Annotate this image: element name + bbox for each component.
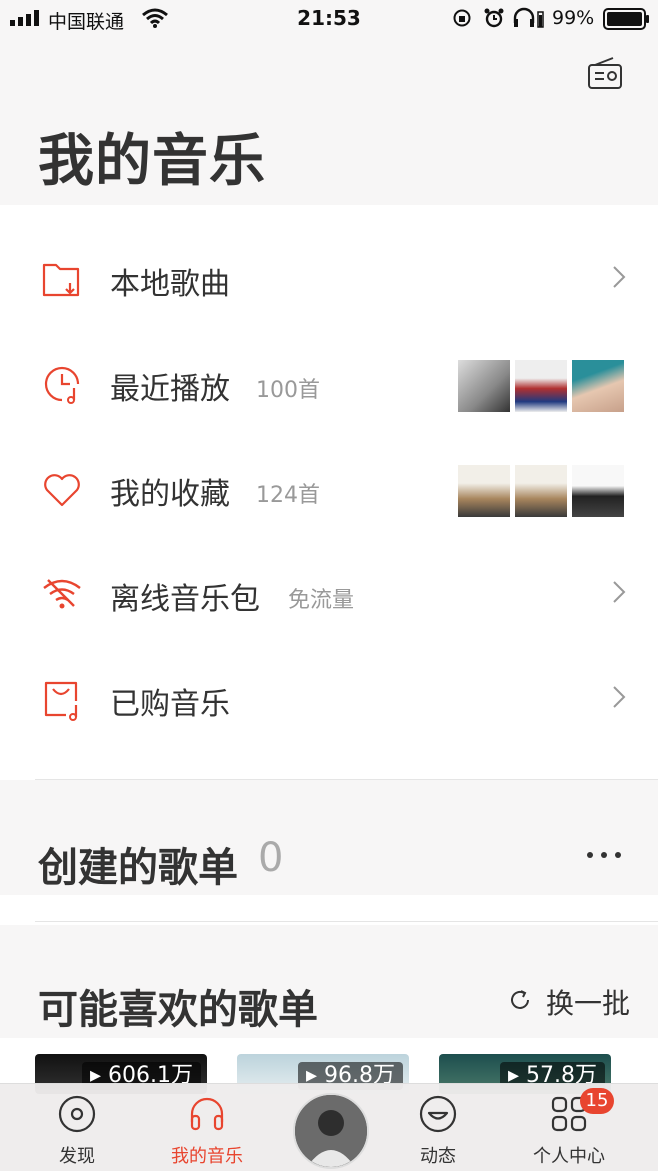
album-thumbnail [515, 360, 567, 412]
folder-download-icon [42, 263, 80, 297]
bag-music-icon [44, 681, 78, 721]
tab-label: 发现 [59, 1146, 95, 1167]
headphones-icon [190, 1097, 224, 1131]
menu-item-label: 我的收藏 [110, 477, 230, 512]
menu-item-favorites[interactable]: 我的收藏 124首 [0, 437, 658, 542]
tab-discover[interactable]: 发现 [22, 1084, 132, 1171]
menu-item-count: 124首 [256, 483, 320, 508]
album-thumbnail [458, 360, 510, 412]
battery-percent: 99% [552, 7, 595, 29]
refresh-button[interactable]: 换一批 [546, 982, 630, 1022]
artist-photo [295, 1095, 367, 1167]
menu-item-offline-package[interactable]: 离线音乐包 免流量 [0, 542, 658, 647]
recommended-playlists-title: 可能喜欢的歌单 [38, 987, 318, 1033]
my-music-menu: 本地歌曲 最近播放 100首 我的收藏 124首 离线音乐包 免流量 已购音乐 [0, 205, 658, 780]
radio-icon[interactable] [587, 56, 623, 90]
chevron-right-icon [613, 581, 626, 603]
tab-my-music[interactable]: 我的音乐 [152, 1084, 262, 1171]
album-thumbnail [572, 465, 624, 517]
notification-badge: 15 [580, 1088, 614, 1114]
page-title: 我的音乐 [38, 129, 266, 194]
more-options-icon[interactable] [584, 845, 624, 865]
divider [35, 921, 658, 922]
menu-item-count: 100首 [256, 378, 320, 403]
menu-item-label: 本地歌曲 [110, 267, 230, 302]
status-bar: 中国联通 21:53 99% [0, 0, 658, 38]
created-playlists-title[interactable]: 创建的歌单 [38, 835, 238, 893]
tab-feed[interactable]: 动态 [383, 1084, 493, 1171]
recent-album-thumbnails [458, 360, 624, 412]
divider [35, 779, 658, 780]
rotation-lock-icon [453, 9, 471, 27]
chevron-right-icon [613, 686, 626, 708]
tab-label: 动态 [420, 1146, 456, 1167]
alarm-icon [484, 8, 504, 28]
chevron-right-icon [613, 266, 626, 288]
menu-item-tag: 免流量 [288, 588, 355, 613]
menu-item-label: 离线音乐包 [110, 582, 260, 617]
album-thumbnail [458, 465, 510, 517]
battery-icon [603, 8, 649, 30]
tab-label: 个人中心 [533, 1146, 605, 1167]
menu-item-purchased-music[interactable]: 已购音乐 [0, 647, 658, 752]
now-playing-avatar[interactable] [293, 1093, 369, 1169]
wifi-offline-icon [43, 579, 81, 609]
album-thumbnail [572, 360, 624, 412]
album-thumbnail [515, 465, 567, 517]
favorite-album-thumbnails [458, 465, 624, 517]
clock-music-icon [44, 366, 80, 404]
menu-item-recent-plays[interactable]: 最近播放 100首 [0, 332, 658, 437]
tab-label: 我的音乐 [171, 1146, 243, 1167]
menu-item-local-songs[interactable]: 本地歌曲 [0, 227, 658, 332]
created-playlists-count: 0 [258, 835, 284, 881]
disc-icon [58, 1095, 96, 1133]
heart-icon [44, 474, 80, 507]
smile-icon [419, 1095, 457, 1133]
refresh-icon[interactable] [508, 988, 532, 1012]
headphone-battery-icon [513, 7, 544, 28]
menu-item-label: 已购音乐 [110, 687, 230, 722]
menu-item-label: 最近播放 [110, 372, 230, 407]
